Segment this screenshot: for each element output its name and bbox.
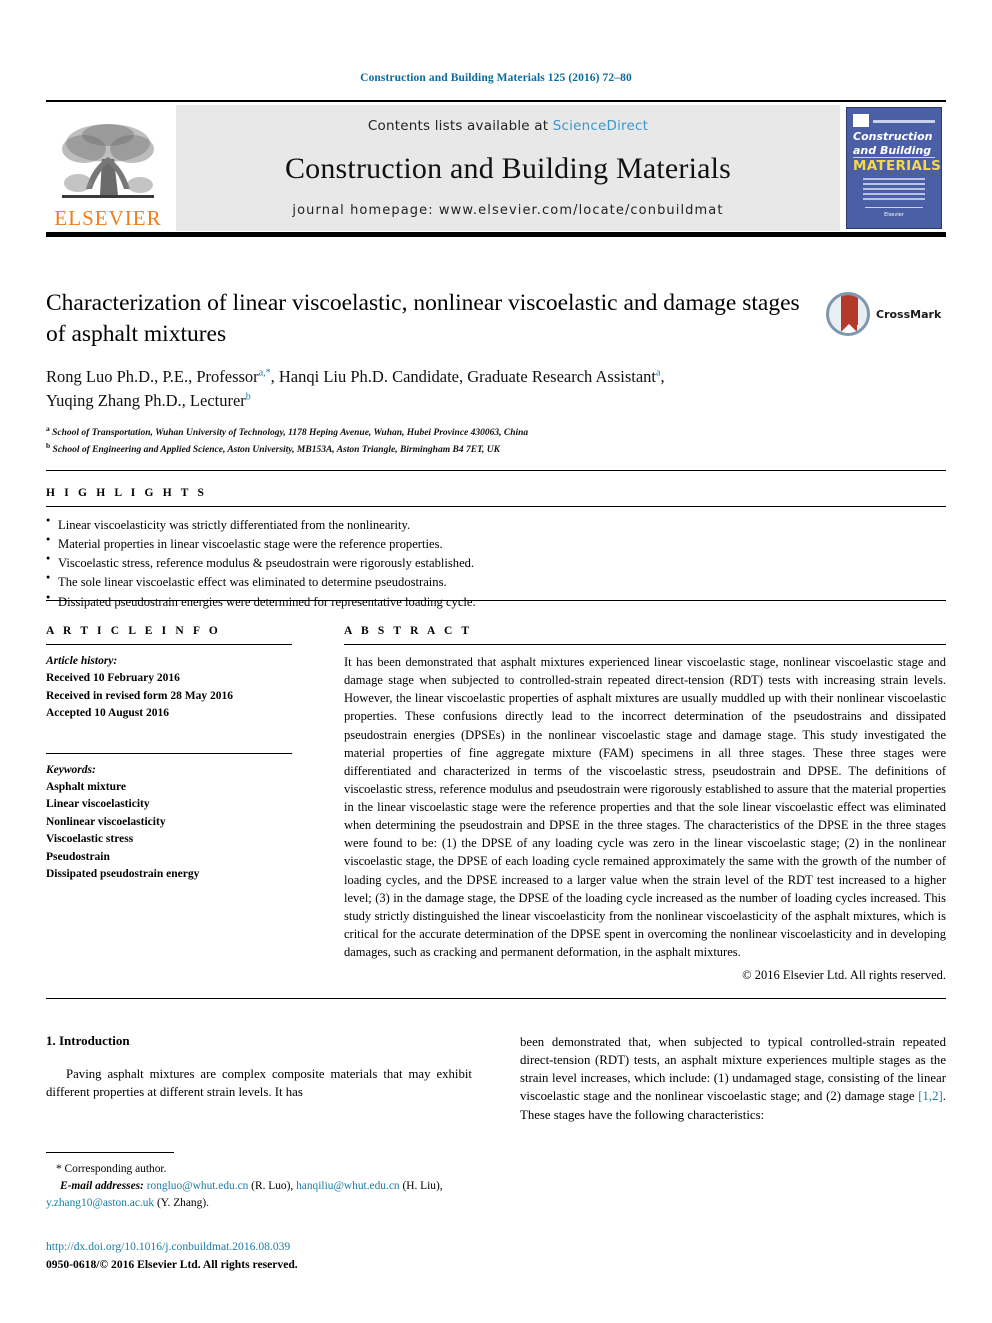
cover-elsevier-mark (853, 114, 869, 127)
citation-ref-1-2[interactable]: [1,2] (918, 1089, 943, 1103)
journal-title: Construction and Building Materials (284, 151, 732, 185)
affiliation-a-text: School of Transportation, Wuhan Universi… (52, 428, 529, 439)
email-link-1[interactable]: rongluo@whut.edu.cn (147, 1180, 249, 1192)
keyword-item: Nonlinear viscoelasticity (46, 815, 166, 828)
keywords-label: Keywords: (46, 763, 96, 776)
author-3: Yuqing Zhang Ph.D., Lecturer (46, 390, 246, 410)
affiliation-b-marker: b (46, 440, 51, 450)
crossmark-badge[interactable]: CrossMark (826, 288, 944, 340)
intro-right-text-1: been demonstrated that, when subjected t… (520, 1035, 946, 1104)
elsevier-wordmark: ELSEVIER (54, 206, 162, 230)
author-sep: , (660, 367, 665, 387)
highlights-list: Linear viscoelasticity was strictly diff… (46, 515, 946, 612)
journal-band: Contents lists available at ScienceDirec… (176, 105, 840, 231)
email-owner-1: (R. Luo), (248, 1180, 297, 1193)
elsevier-tree-icon (62, 124, 154, 198)
affiliations: a School of Transportation, Wuhan Univer… (46, 424, 946, 458)
keyword-item: Pseudostrain (46, 850, 110, 863)
article-info-column: A R T I C L E I N F O Article history: R… (46, 625, 292, 983)
body-column-left: 1. Introduction Paving asphalt mixtures … (46, 1033, 472, 1124)
email-link-2[interactable]: hanqiliu@whut.edu.cn (296, 1180, 400, 1192)
info-abstract-block: A R T I C L E I N F O Article history: R… (46, 600, 946, 983)
contents-prefix: Contents lists available at (367, 118, 553, 134)
article-page: Construction and Building Materials 125 … (0, 0, 992, 1323)
affiliation-a-marker: a (46, 423, 50, 433)
elsevier-logo: ELSEVIER (46, 105, 170, 231)
abstract-text: It has been demonstrated that asphalt mi… (344, 655, 946, 959)
footnote-block: * Corresponding author. E-mail addresses… (46, 1152, 472, 1212)
email-link-3[interactable]: y.zhang10@aston.ac.uk (46, 1197, 154, 1209)
intro-paragraph-left: Paving asphalt mixtures are complex comp… (46, 1067, 472, 1100)
corresponding-author-note: * Corresponding author. (56, 1163, 167, 1175)
abstract-heading: A B S T R A C T (344, 625, 473, 637)
keyword-item: Viscoelastic stress (46, 833, 134, 846)
list-item: The sole linear viscoelastic effect was … (46, 572, 946, 592)
journal-homepage[interactable]: journal homepage: www.elsevier.com/locat… (292, 203, 723, 218)
section-heading-introduction: 1. Introduction (46, 1033, 130, 1048)
cover-title-line1: Construction (853, 130, 933, 143)
history-revised: Received in revised form 28 May 2016 (46, 689, 233, 702)
journal-cover-thumbnail[interactable]: Construction and Building MATERIALS Else… (846, 107, 946, 229)
sciencedirect-link[interactable]: ScienceDirect (553, 118, 648, 134)
affiliation-b-text: School of Engineering and Applied Scienc… (52, 445, 500, 456)
body-column-right: been demonstrated that, when subjected t… (520, 1033, 946, 1124)
crossmark-icon (826, 292, 870, 336)
running-head: Construction and Building Materials 125 … (360, 72, 632, 84)
cover-title-line3: MATERIALS (853, 158, 942, 174)
footnote-rule (46, 1152, 174, 1153)
body-gutter (472, 1033, 520, 1124)
email-label: E-mail addresses: (60, 1180, 144, 1193)
article-info-rule (46, 644, 292, 645)
body-top-rule (46, 998, 946, 999)
crossmark-label: CrossMark (876, 307, 942, 321)
keyword-item: Asphalt mixture (46, 780, 126, 793)
cover-title-line2: and Building (853, 144, 932, 157)
list-item: Viscoelastic stress, reference modulus &… (46, 553, 946, 573)
highlights-top-rule (46, 470, 946, 471)
highlights-rule (46, 506, 946, 507)
list-item: Linear viscoelasticity was strictly diff… (46, 515, 946, 535)
cover-footer-text: Elsevier (884, 212, 904, 218)
affiliation-b: b School of Engineering and Applied Scie… (46, 441, 946, 458)
article-history-label: Article history: (46, 655, 118, 667)
article-info-heading: A R T I C L E I N F O (46, 625, 221, 637)
history-received: Received 10 February 2016 (46, 672, 180, 685)
keyword-item: Linear viscoelasticity (46, 798, 150, 811)
column-gutter (292, 625, 344, 983)
email-owner-2: (H. Liu), (399, 1180, 443, 1193)
author-1-affil-marker[interactable]: a,* (259, 368, 271, 379)
author-3-affil-marker[interactable]: b (246, 391, 251, 402)
cover-footer: Elsevier (865, 207, 923, 218)
affiliation-a: a School of Transportation, Wuhan Univer… (46, 424, 946, 441)
highlights-section: H I G H L I G H T S Linear viscoelastici… (46, 487, 946, 612)
author-1: Rong Luo Ph.D., P.E., Professor (46, 367, 259, 387)
keyword-item: Dissipated pseudostrain energy (46, 868, 200, 881)
doi-link[interactable]: http://dx.doi.org/10.1016/j.conbuildmat.… (46, 1238, 472, 1256)
email-addresses-note: E-mail addresses: rongluo@whut.edu.cn (R… (46, 1178, 472, 1212)
highlights-heading: H I G H L I G H T S (46, 487, 208, 499)
history-accepted: Accepted 10 August 2016 (46, 707, 169, 720)
journal-cover-image: Construction and Building MATERIALS Else… (846, 107, 942, 229)
contents-list-line: Contents lists available at ScienceDirec… (368, 118, 648, 134)
author-2: , Hanqi Liu Ph.D. Candidate, Graduate Re… (270, 367, 657, 387)
info-top-rule (46, 600, 946, 601)
issn-copyright: 0950-0618/© 2016 Elsevier Ltd. All right… (46, 1257, 298, 1271)
journal-masthead: ELSEVIER Contents lists available at Sci… (46, 100, 946, 237)
keywords-group: Keywords: Asphalt mixture Linear viscoel… (46, 752, 292, 884)
author-list: Rong Luo Ph.D., P.E., Professora,*, Hanq… (46, 365, 846, 412)
cover-blurb (863, 178, 925, 204)
email-owner-3: (Y. Zhang). (154, 1197, 209, 1210)
abstract-rule (344, 644, 946, 645)
intro-paragraph-right: been demonstrated that, when subjected t… (520, 1033, 946, 1124)
abstract-column: A B S T R A C T It has been demonstrated… (344, 625, 946, 983)
abstract-copyright: © 2016 Elsevier Ltd. All rights reserved… (742, 968, 946, 983)
doi-block: http://dx.doi.org/10.1016/j.conbuildmat.… (46, 1238, 472, 1273)
list-item: Material properties in linear viscoelast… (46, 534, 946, 554)
cover-top-rule (873, 120, 935, 123)
page-title: Characterization of linear viscoelastic,… (46, 290, 800, 347)
keywords-rule (46, 752, 292, 754)
title-block: Characterization of linear viscoelastic,… (46, 288, 946, 458)
body-columns: 1. Introduction Paving asphalt mixtures … (46, 1033, 946, 1124)
